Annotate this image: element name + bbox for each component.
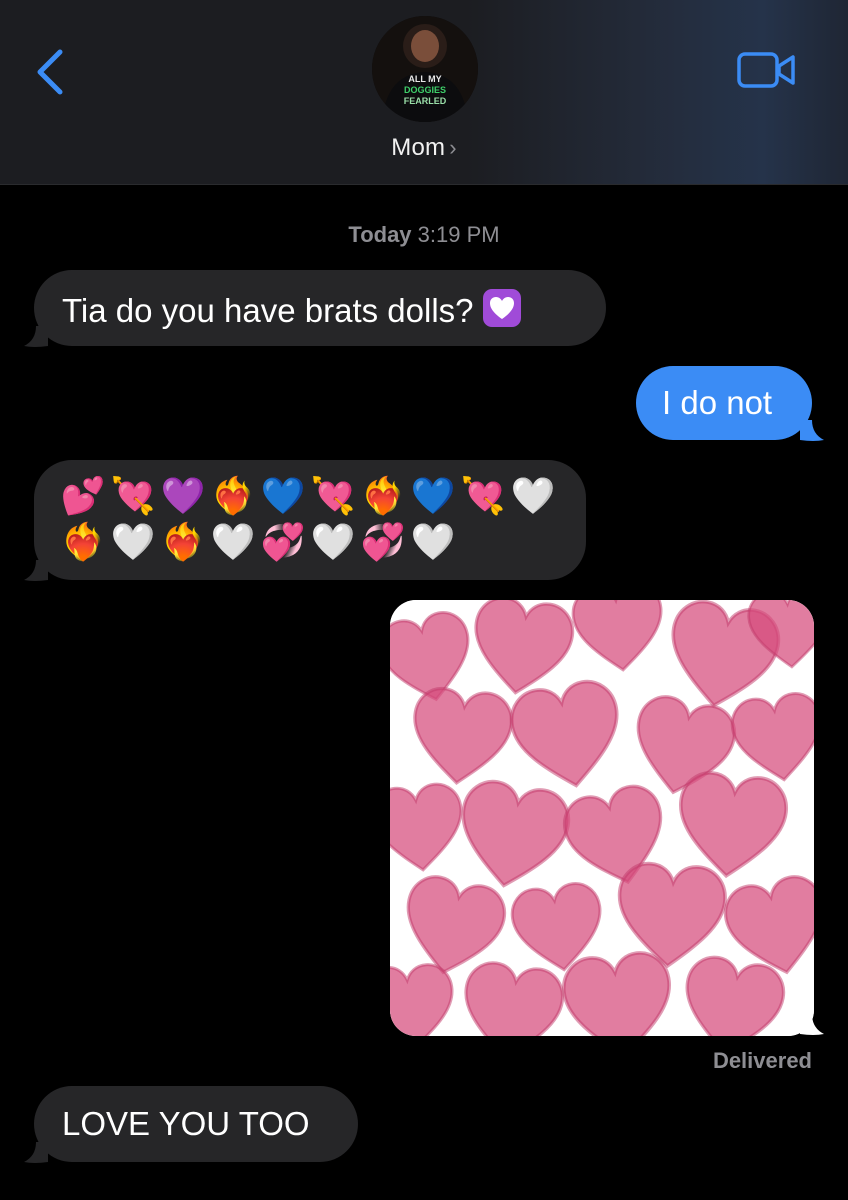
white-heart-emoji: 🤍 — [110, 522, 156, 563]
avatar-photo: ALL MY DOGGIES FEARLED — [372, 16, 478, 122]
message-text: Tia do you have brats dolls? — [62, 292, 474, 329]
revolving-hearts-emoji: 💞 — [260, 522, 306, 563]
heart-arrow-emoji: 💘 — [310, 476, 356, 517]
white-heart-emoji: 🤍 — [210, 522, 256, 563]
message-text: I do not — [662, 384, 773, 421]
contact-name: Mom — [391, 134, 446, 161]
heart-on-fire-emoji: ❤️‍🔥 — [210, 476, 256, 517]
video-camera-icon[interactable] — [736, 50, 798, 90]
chevron-right-icon: › — [449, 135, 457, 160]
two-hearts-emoji: 💕 — [60, 476, 106, 517]
heart-on-fire-emoji: ❤️‍🔥 — [360, 476, 406, 517]
message-text: LOVE YOU TOO — [62, 1105, 310, 1142]
contact-name-button[interactable]: Mom › — [0, 134, 848, 162]
bubble-tail — [24, 560, 48, 581]
pink-hearts-image — [390, 600, 814, 1036]
white-heart-emoji: 🤍 — [410, 522, 456, 563]
heart-decoration-emoji — [482, 289, 521, 327]
emoji-row: ❤️‍🔥 🤍 ❤️‍🔥 🤍 💞 🤍 💞 🤍 — [60, 520, 586, 566]
outgoing-image-message[interactable] — [390, 600, 814, 1036]
timestamp-day: Today — [348, 222, 412, 247]
heart-on-fire-emoji: ❤️‍🔥 — [60, 522, 106, 563]
shirt-text-line3: FEARLED — [404, 96, 447, 106]
incoming-message-bubble[interactable]: LOVE YOU TOO — [34, 1086, 358, 1162]
blue-heart-emoji: 💙 — [260, 476, 306, 517]
emoji-row: 💕 💘 💜 ❤️‍🔥 💙 💘 ❤️‍🔥 💙 💘 🤍 — [60, 474, 586, 520]
incoming-message-bubble[interactable]: Tia do you have brats dolls? — [34, 270, 606, 346]
white-heart-emoji: 🤍 — [310, 522, 356, 563]
white-heart-emoji: 🤍 — [510, 476, 556, 517]
conversation-header: ALL MY DOGGIES FEARLED Mom › — [0, 0, 848, 185]
heart-on-fire-emoji: ❤️‍🔥 — [160, 522, 206, 563]
shirt-text-line2: DOGGIES — [404, 85, 446, 95]
delivery-status: Delivered — [712, 1048, 812, 1073]
heart-arrow-emoji: 💘 — [460, 476, 506, 517]
bubble-tail — [800, 1014, 824, 1035]
purple-heart-emoji: 💜 — [160, 476, 206, 517]
shirt-text-line1: ALL MY — [408, 74, 441, 84]
outgoing-message-bubble[interactable]: I do not — [636, 366, 812, 440]
heart-arrow-emoji: 💘 — [110, 476, 156, 517]
chevron-left-icon[interactable] — [34, 48, 66, 96]
bubble-tail — [24, 326, 48, 347]
bubble-tail — [800, 420, 824, 441]
timestamp-time: 3:19 PM — [417, 222, 500, 247]
blue-heart-emoji: 💙 — [410, 476, 456, 517]
bubble-tail — [24, 1142, 48, 1163]
avatar[interactable]: ALL MY DOGGIES FEARLED — [372, 16, 478, 122]
revolving-hearts-emoji: 💞 — [360, 522, 406, 563]
incoming-emoji-message-bubble[interactable]: 💕 💘 💜 ❤️‍🔥 💙 💘 ❤️‍🔥 💙 💘 🤍 ❤️‍🔥 🤍 ❤️‍🔥 🤍 … — [34, 460, 586, 580]
message-timestamp: Today 3:19 PM — [0, 222, 848, 248]
